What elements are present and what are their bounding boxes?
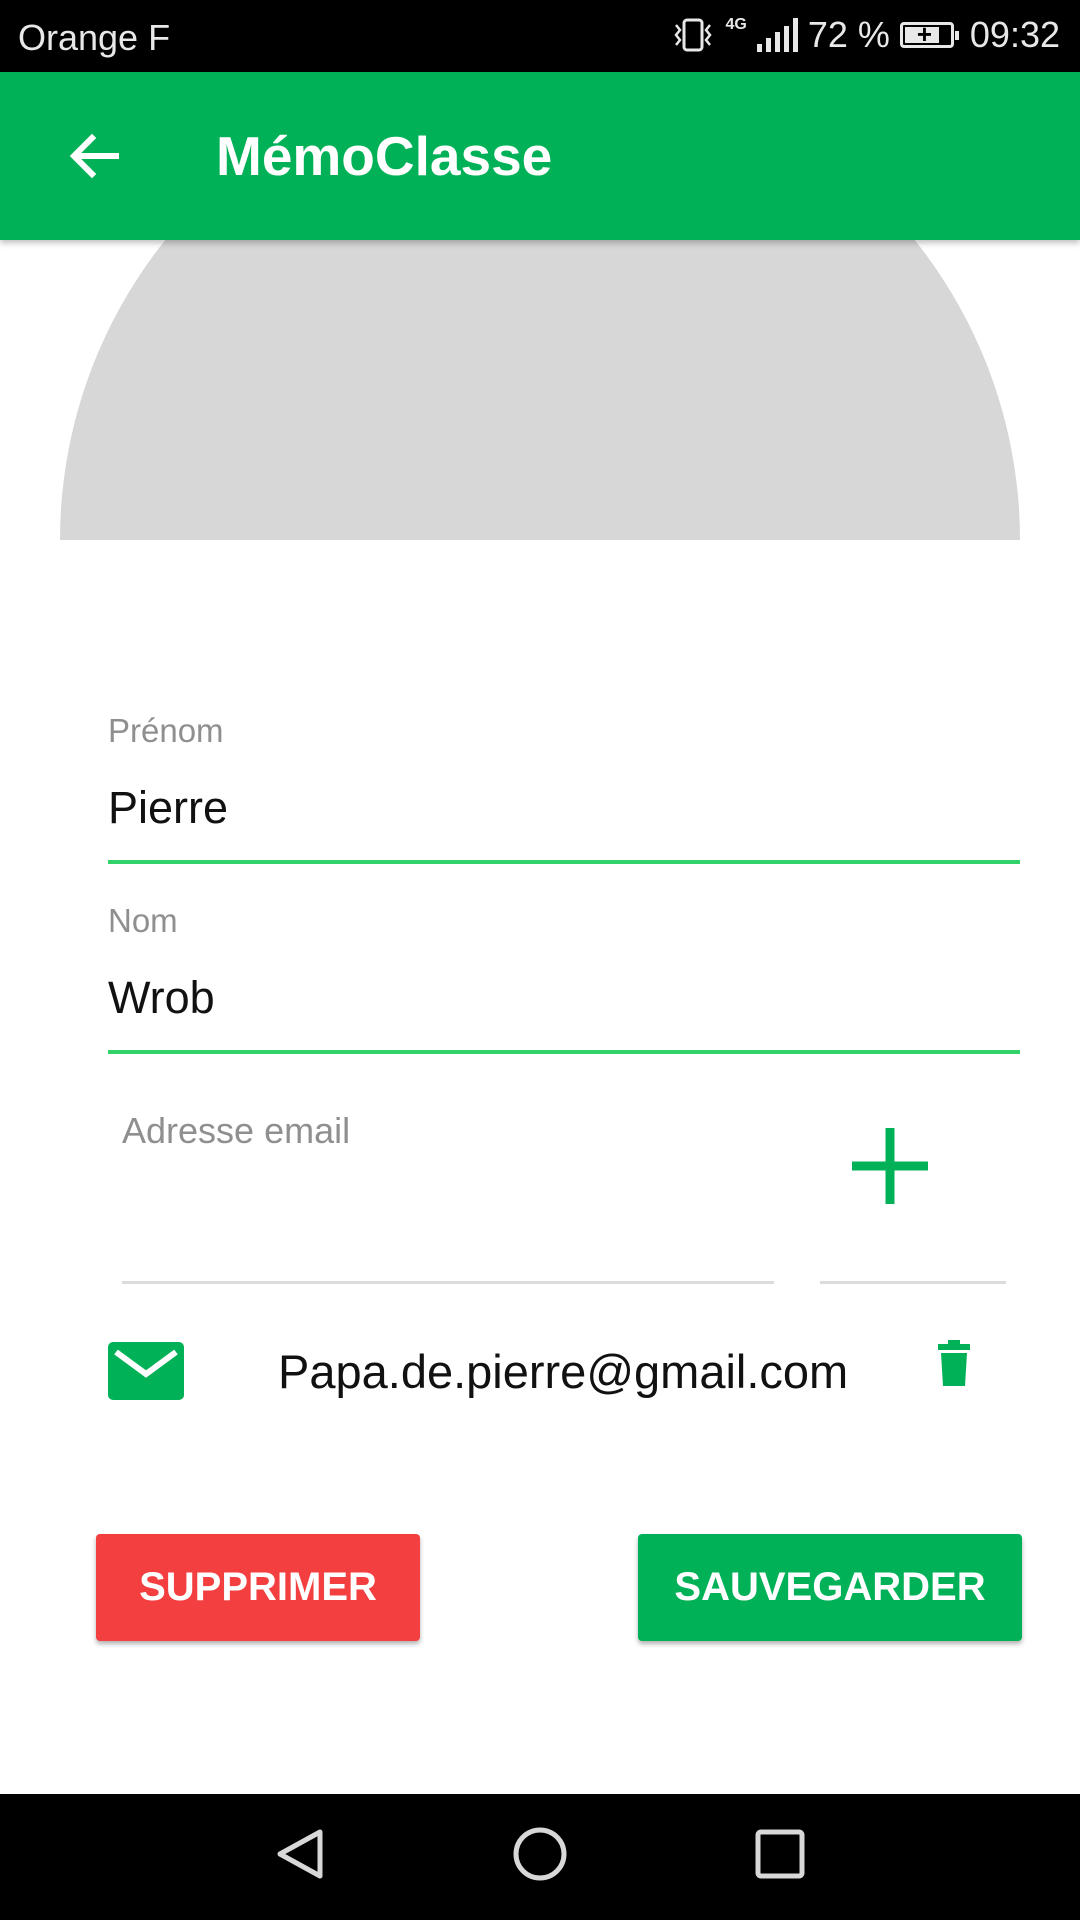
last-name-underline bbox=[108, 1050, 1020, 1054]
email-placeholder: Adresse email bbox=[122, 1110, 351, 1151]
app-title: MémoClasse bbox=[216, 125, 553, 187]
avatar-circle bbox=[60, 240, 1020, 540]
app-bar: MémoClasse bbox=[0, 72, 1080, 240]
signal-icon bbox=[756, 18, 798, 52]
save-button[interactable]: SAUVEGARDER bbox=[638, 1534, 1022, 1641]
first-name-label: Prénom bbox=[108, 712, 224, 749]
back-triangle-icon[interactable] bbox=[272, 1824, 328, 1884]
trash-icon[interactable] bbox=[934, 1340, 974, 1388]
last-name-value[interactable]: Wrob bbox=[108, 972, 215, 1024]
add-underline bbox=[820, 1281, 1006, 1284]
network-type: 4G bbox=[725, 16, 747, 33]
plus-icon bbox=[852, 1128, 928, 1204]
last-name-label: Nom bbox=[108, 902, 178, 939]
system-nav-bar bbox=[0, 1794, 1080, 1920]
first-name-underline bbox=[108, 860, 1020, 864]
battery-charging-icon: + bbox=[899, 19, 959, 49]
last-name-field[interactable]: Nom Wrob bbox=[108, 902, 1020, 1056]
add-email-button[interactable] bbox=[820, 1100, 1006, 1284]
home-circle-icon[interactable] bbox=[510, 1824, 570, 1884]
status-bar: Orange F 4G 72 % + 09:32 bbox=[0, 0, 1080, 72]
arrow-back-icon[interactable] bbox=[64, 126, 124, 186]
first-name-value[interactable]: Pierre bbox=[108, 782, 228, 834]
email-address: Papa.de.pierre@gmail.com bbox=[278, 1345, 849, 1398]
delete-button[interactable]: SUPPRIMER bbox=[96, 1534, 420, 1641]
avatar-placeholder[interactable] bbox=[60, 240, 1020, 540]
email-underline bbox=[122, 1281, 774, 1284]
email-list-item: Papa.de.pierre@gmail.com bbox=[108, 1336, 1020, 1408]
mail-icon bbox=[108, 1342, 184, 1400]
first-name-field[interactable]: Prénom Pierre bbox=[108, 712, 1020, 866]
recents-square-icon[interactable] bbox=[752, 1824, 808, 1884]
carrier-label: Orange F bbox=[18, 17, 171, 58]
vibrate-icon bbox=[673, 18, 712, 52]
status-icons: 4G 72 % + 09:32 bbox=[670, 14, 1060, 56]
battery-percent: 72 % bbox=[807, 14, 890, 55]
clock: 09:32 bbox=[969, 14, 1060, 55]
email-input[interactable]: Adresse email bbox=[122, 1100, 774, 1284]
